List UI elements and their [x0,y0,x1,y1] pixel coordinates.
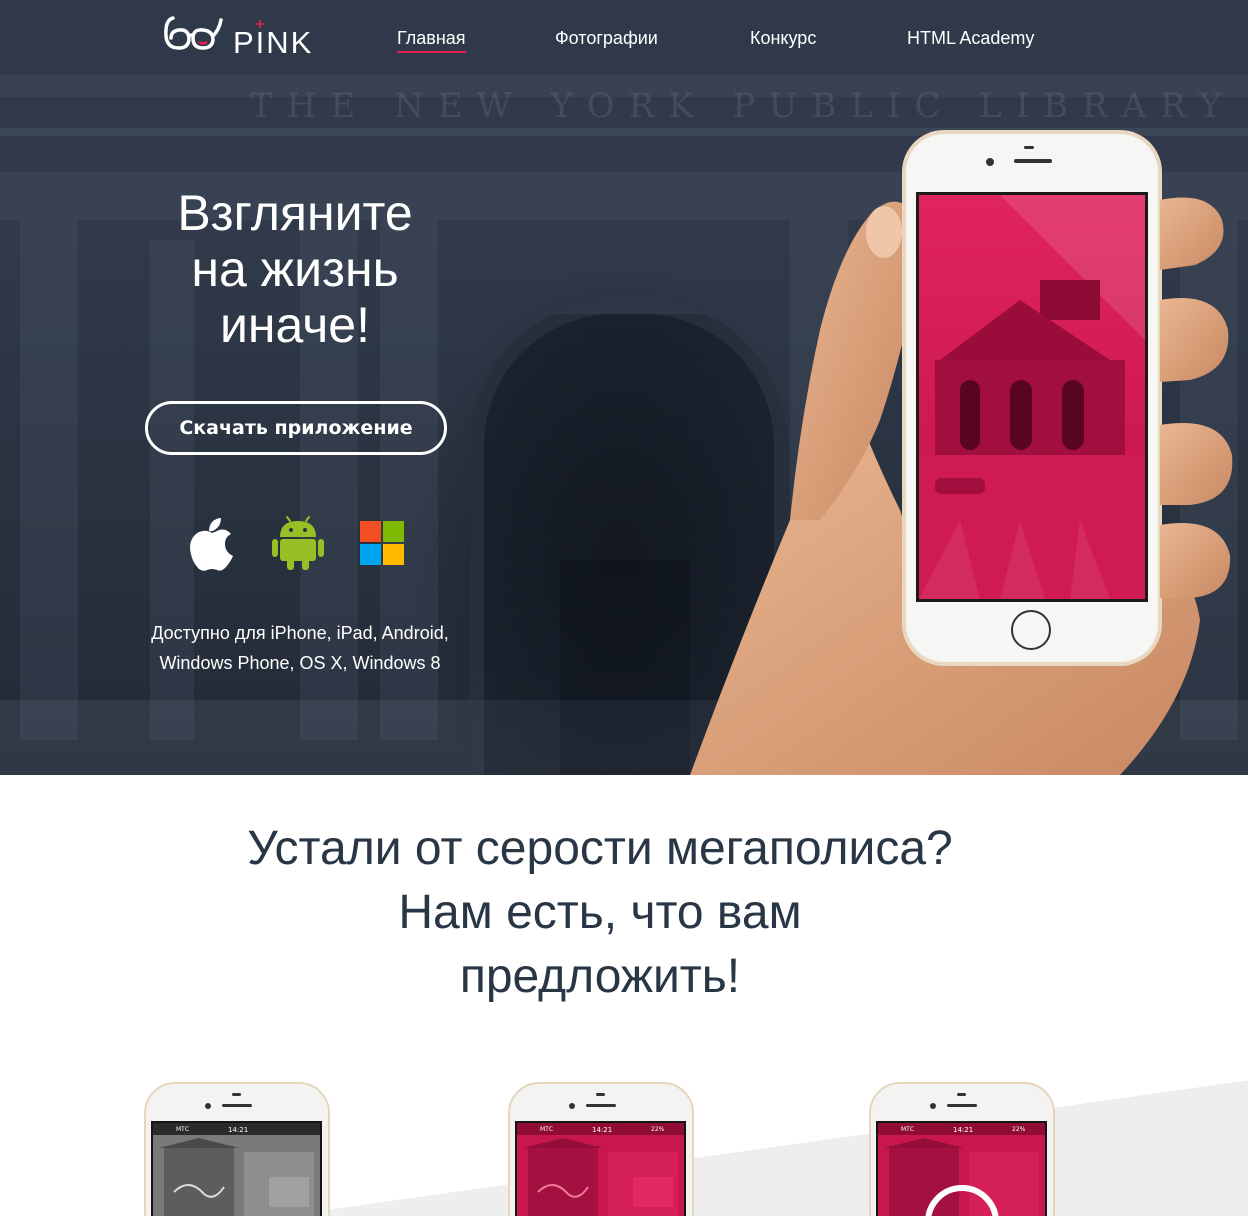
phone-status-time: 14:21 [953,1126,974,1134]
hero-title-line: иначе! [220,297,370,353]
phone-status-time: 14:21 [592,1126,613,1134]
nav-item-html-academy[interactable]: HTML Academy [907,26,1034,50]
phone-preview-grayscale [144,1082,330,1216]
phone-status-battery: 22% [1012,1126,1026,1133]
phone-preview-pink-overlay [869,1082,1055,1216]
hero-title-line: Взгляните [177,185,413,241]
features-title-line: Нам есть, что вам [398,886,802,939]
hero-title: Взгляните на жизнь иначе! [120,185,470,353]
hero-section: THE NEW YORK PUBLIC LIBRARY PINK Главная… [0,0,1248,775]
phone-status-time: 14:21 [228,1126,249,1134]
nav-item-home[interactable]: Главная [397,26,466,53]
download-app-button[interactable]: Скачать приложение [145,401,447,455]
logo[interactable]: PINK [163,14,314,60]
availability-line: Windows Phone, OS X, Windows 8 [159,653,441,673]
phone-status-carrier: МТС [540,1126,554,1133]
features-title-line: предложить! [459,950,741,1003]
phone-preview-pink [508,1082,694,1216]
availability-line: Доступно для iPhone, iPad, Android, [151,623,449,643]
features-title: Устали от серости мегаполиса? Нам есть, … [200,817,1000,1009]
windows-icon[interactable] [355,515,411,571]
features-title-line: Устали от серости мегаполиса? [247,822,953,875]
phone-status-battery: 22% [651,1126,665,1133]
android-icon[interactable] [270,515,326,571]
sparkle-icon [256,20,264,28]
nav-item-contest[interactable]: Конкурс [750,26,816,50]
phone-status-carrier: МТС [901,1126,915,1133]
features-section: Устали от серости мегаполиса? Нам есть, … [0,775,1248,1216]
glasses-logo-icon [164,16,223,50]
logo-text: PINK [233,25,314,60]
availability-text: Доступно для iPhone, iPad, Android, Wind… [120,618,480,678]
phone-status-carrier: МТС [176,1126,190,1133]
hero-title-line: на жизнь [191,241,399,297]
nav-item-photos[interactable]: Фотографии [555,26,658,50]
hand-holding-phone-image [690,130,1233,775]
main-nav: PINK Главная Фотографии Конкурс HTML Aca… [0,0,1248,78]
apple-icon[interactable] [184,515,240,571]
